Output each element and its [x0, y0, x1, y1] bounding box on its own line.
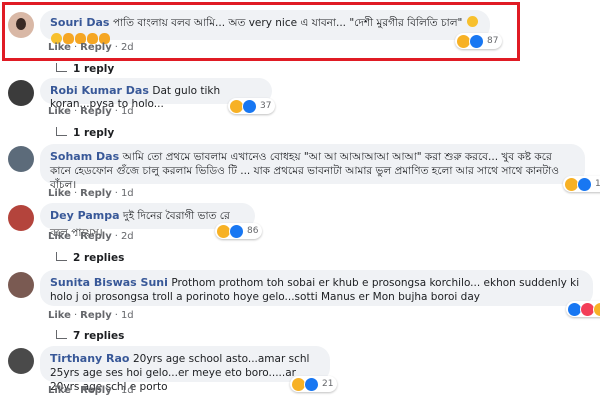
- comment-time[interactable]: 2d: [121, 231, 134, 242]
- comment-actions: Like · Reply · 1d: [48, 188, 134, 199]
- avatar[interactable]: [8, 348, 34, 374]
- avatar[interactable]: [8, 205, 34, 231]
- comment-bubble: Soham Das আমি তো প্রথমে ভাবলাম এখানেও বো…: [40, 144, 585, 191]
- replies-label: 1 reply: [73, 63, 115, 75]
- like-icon: [242, 98, 257, 114]
- reaction-count: 37: [260, 101, 272, 111]
- comment-actions: Like · Reply · 1d: [48, 310, 134, 321]
- like-button[interactable]: Like: [48, 385, 71, 396]
- replies-label: 1 reply: [73, 127, 115, 139]
- comment-bubble: Tirthany Rao 20yrs age school asto...ama…: [40, 346, 330, 393]
- comment-author[interactable]: Robi Kumar Das: [50, 84, 149, 97]
- reaction-summary[interactable]: 9: [566, 301, 600, 317]
- reaction-summary[interactable]: 18: [563, 176, 600, 192]
- like-button[interactable]: Like: [48, 231, 71, 242]
- comment-time[interactable]: 1d: [121, 310, 134, 321]
- reaction-count: 18: [595, 179, 600, 189]
- reply-button[interactable]: Reply: [80, 231, 112, 242]
- comment-author[interactable]: Dey Pampa: [50, 209, 120, 222]
- reply-button[interactable]: Reply: [80, 188, 112, 199]
- replies-label: 7 replies: [73, 330, 125, 342]
- comment-thread: Souri Das পাতি বাংলায় বলব আমি... অত ver…: [0, 0, 600, 400]
- reply-arrow-icon: [56, 252, 67, 261]
- avatar[interactable]: [8, 272, 34, 298]
- reply-button[interactable]: Reply: [80, 106, 112, 117]
- comment-time[interactable]: 1d: [121, 188, 134, 199]
- avatar[interactable]: [8, 146, 34, 172]
- reply-arrow-icon: [56, 127, 67, 136]
- comment-time[interactable]: 1d: [121, 106, 134, 117]
- comment-author[interactable]: Sunita Biswas Suni: [50, 276, 168, 289]
- comment-actions: Like · Reply · 1d: [48, 385, 134, 396]
- reply-arrow-icon: [56, 63, 67, 72]
- reaction-count: 86: [247, 226, 259, 236]
- comment-time[interactable]: 1d: [121, 385, 134, 396]
- comment-author[interactable]: Tirthany Rao: [50, 352, 130, 365]
- comment-actions: Like · Reply · 2d: [48, 231, 134, 242]
- comment-text: আমি তো প্রথমে ভাবলাম এখানেও বোধহয় "আ আ …: [50, 151, 559, 191]
- view-replies-link[interactable]: 1 reply: [56, 127, 114, 139]
- like-button[interactable]: Like: [48, 310, 71, 321]
- like-icon: [229, 223, 244, 239]
- reply-button[interactable]: Reply: [80, 310, 112, 321]
- reply-arrow-icon: [56, 330, 67, 339]
- like-button[interactable]: Like: [48, 188, 71, 199]
- reaction-summary[interactable]: 86: [215, 223, 263, 239]
- reply-button[interactable]: Reply: [80, 385, 112, 396]
- comment-bubble: Sunita Biswas Suni Prothom prothom toh s…: [40, 270, 593, 306]
- view-replies-link[interactable]: 7 replies: [56, 330, 124, 342]
- reaction-summary[interactable]: 21: [290, 376, 338, 392]
- reaction-count: 21: [322, 379, 334, 389]
- highlight-box: [2, 2, 520, 61]
- like-icon: [577, 176, 592, 192]
- comment-author[interactable]: Soham Das: [50, 150, 119, 163]
- comment-actions: Like · Reply · 1d: [48, 106, 134, 117]
- view-replies-link[interactable]: 2 replies: [56, 252, 124, 264]
- like-button[interactable]: Like: [48, 106, 71, 117]
- like-icon: [304, 376, 319, 392]
- replies-label: 2 replies: [73, 252, 125, 264]
- view-replies-link[interactable]: 1 reply: [56, 63, 114, 75]
- avatar[interactable]: [8, 80, 34, 106]
- reaction-summary[interactable]: 37: [228, 98, 276, 114]
- haha-icon: [593, 301, 600, 317]
